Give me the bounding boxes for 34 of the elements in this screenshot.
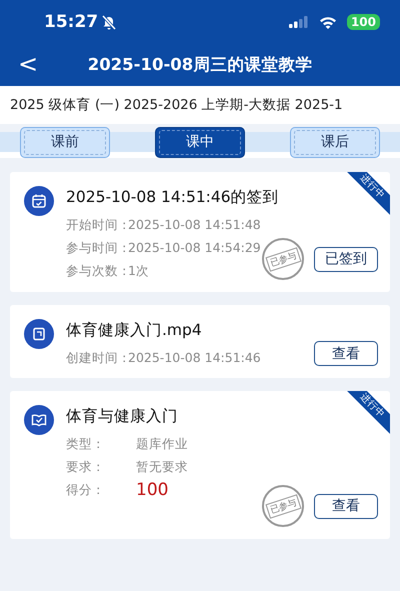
participated-stamp: 已参与 bbox=[265, 246, 301, 272]
battery-level: 100 bbox=[346, 14, 380, 30]
calendar-icon bbox=[24, 186, 54, 216]
page-title: 2025-10-08周三的课堂教学 bbox=[88, 54, 312, 76]
field-label: 参与时间： bbox=[66, 240, 128, 256]
tab[interactable]: 课中 bbox=[155, 126, 245, 158]
tab[interactable]: 课前 bbox=[20, 126, 110, 158]
view-button[interactable]: 查看 bbox=[314, 341, 378, 366]
field-label: 要求： bbox=[66, 459, 106, 475]
signal-icon bbox=[288, 16, 309, 28]
field-value: 2025-10-08 14:51:46 bbox=[128, 350, 261, 366]
status-time: 15:27 bbox=[44, 12, 98, 32]
book-icon bbox=[24, 405, 54, 435]
field-label: 参与次数： bbox=[66, 263, 128, 279]
document-icon bbox=[24, 319, 54, 349]
field-value: 题库作业 bbox=[136, 436, 188, 452]
field-value: 2025-10-08 14:51:48 bbox=[128, 217, 261, 233]
field-label: 开始时间： bbox=[66, 217, 128, 233]
field-value: 2025-10-08 14:54:29 bbox=[128, 240, 261, 256]
field-value: 1次 bbox=[128, 263, 149, 279]
back-button[interactable]: < bbox=[14, 50, 42, 78]
signed-in-button[interactable]: 已签到 bbox=[314, 246, 378, 272]
field-label: 创建时间： bbox=[66, 350, 128, 366]
course-name: 2025 级体育 (一) 2025-2026 上学期-大数据 2025-1 bbox=[0, 86, 400, 124]
field-value: 暂无要求 bbox=[136, 459, 188, 475]
field-label: 类型： bbox=[66, 436, 106, 452]
wifi-icon bbox=[318, 16, 337, 28]
view-button[interactable]: 查看 bbox=[314, 494, 378, 518]
bell-slash-icon bbox=[102, 14, 116, 30]
participated-stamp: 已参与 bbox=[265, 494, 301, 518]
field-label: 得分： bbox=[66, 482, 106, 498]
task-title: 体育健康入门.mp4 bbox=[66, 320, 203, 341]
tab[interactable]: 课后 bbox=[290, 126, 380, 158]
score-value: 100 bbox=[136, 482, 168, 498]
